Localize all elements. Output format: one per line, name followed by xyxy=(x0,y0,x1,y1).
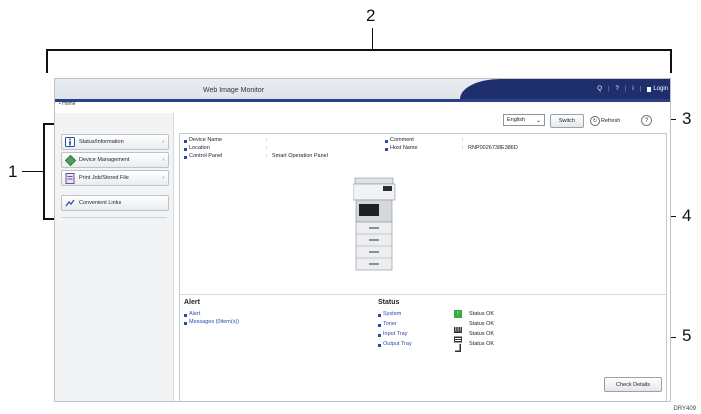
bullet-icon xyxy=(378,344,381,347)
callout-1-number: 1 xyxy=(8,162,18,181)
host-name-label: Host Name xyxy=(390,145,418,151)
section-divider xyxy=(180,294,666,295)
device-image xyxy=(352,176,397,272)
input-tray-status-value: Status OK xyxy=(469,331,495,337)
bullet-icon xyxy=(385,140,388,143)
toner-link[interactable]: Toner xyxy=(383,321,397,327)
output-tray-status-value: Status OK xyxy=(469,341,495,347)
bullet-icon xyxy=(385,148,388,151)
bullet-icon xyxy=(184,322,187,325)
comment-sep: : xyxy=(462,137,464,143)
sidebar-item-device-management[interactable]: Device Management › xyxy=(61,152,169,168)
sidebar-item-status-information[interactable]: Status/Information › xyxy=(61,134,169,150)
app-title: Web Image Monitor xyxy=(203,87,264,94)
system-status-value: Status OK xyxy=(469,311,495,317)
help-button[interactable]: ? xyxy=(641,115,652,126)
input-tray-icon xyxy=(454,330,462,343)
help-icon: ? xyxy=(644,117,649,124)
header-links: Q | ? | i | Login xyxy=(597,86,668,92)
convenient-links-icon xyxy=(64,198,76,208)
language-value: English xyxy=(507,117,526,123)
callout-1-stem xyxy=(22,171,43,172)
device-info-panel: Device Name : Location : Control Panel :… xyxy=(179,133,667,401)
callout-5-number: 5 xyxy=(682,326,692,345)
sidebar-divider xyxy=(61,217,167,218)
switch-label: Switch xyxy=(558,118,576,124)
login-label: Login xyxy=(653,86,668,92)
callout-2-stem xyxy=(372,28,373,49)
callout-4-number: 4 xyxy=(682,206,692,225)
chevron-right-icon: › xyxy=(162,175,164,181)
info-link[interactable]: i xyxy=(632,86,633,92)
bullet-icon xyxy=(184,314,187,317)
chevron-right-icon: › xyxy=(162,139,164,145)
bullet-icon xyxy=(184,156,187,159)
figure-code: DRY409 xyxy=(673,406,696,412)
web-image-monitor-window: Q | ? | i | Login Web Image Monitor • Ho… xyxy=(54,78,671,402)
sidebar-item-label: Convenient Links xyxy=(79,200,122,206)
toner-icon xyxy=(454,320,462,333)
bullet-icon xyxy=(378,334,381,337)
chevron-down-icon: ⌄ xyxy=(535,118,541,124)
control-panel-value: Smart Operation Panel xyxy=(272,153,328,159)
switch-button[interactable]: Switch xyxy=(550,114,584,128)
output-tray-icon xyxy=(455,339,462,352)
comment-label: Comment xyxy=(390,137,414,143)
info-icon xyxy=(64,137,76,147)
bullet-icon xyxy=(184,148,187,151)
output-tray-link[interactable]: Output Tray xyxy=(383,341,412,347)
bullet-icon xyxy=(184,140,187,143)
bullet-icon xyxy=(378,314,381,317)
print-job-icon xyxy=(64,172,76,184)
control-panel-sep: : xyxy=(266,153,268,159)
login-icon xyxy=(647,86,652,92)
header-dark-band: Q | ? | i | Login xyxy=(460,79,670,99)
input-tray-link[interactable]: Input Tray xyxy=(383,331,407,337)
device-name-label: Device Name xyxy=(189,137,223,143)
control-panel-label: Control Panel xyxy=(189,153,223,159)
status-heading: Status xyxy=(378,299,400,306)
toner-status-value: Status OK xyxy=(469,321,495,327)
chevron-right-icon: › xyxy=(162,157,164,163)
check-details-label: Check Details xyxy=(616,381,650,388)
alert-link[interactable]: Alert xyxy=(189,311,200,317)
sidebar: Status/Information › Device Management ›… xyxy=(55,113,174,401)
callout-2-number: 2 xyxy=(366,6,376,25)
refresh-label: Refresh xyxy=(601,117,621,124)
sidebar-item-label: Device Management xyxy=(79,157,130,163)
refresh-icon: ↻ xyxy=(590,115,600,126)
breadcrumb-home[interactable]: • Home xyxy=(59,101,75,107)
device-management-icon xyxy=(64,154,76,166)
messages-link[interactable]: Messages (0item(s)) xyxy=(189,319,239,325)
sidebar-item-label: Status/Information xyxy=(79,139,124,145)
callout-2-bracket-right xyxy=(670,49,672,73)
callout-1-bracket xyxy=(43,123,45,220)
callout-2-bracket xyxy=(46,49,672,51)
bullet-icon xyxy=(378,324,381,327)
help-link[interactable]: ? xyxy=(616,86,619,92)
alert-heading: Alert xyxy=(184,299,200,306)
device-name-sep: : xyxy=(266,137,268,143)
language-select[interactable]: English ⌄ xyxy=(503,114,545,126)
refresh-button[interactable]: ↻ Refresh xyxy=(590,115,620,126)
location-label: Location xyxy=(189,145,210,151)
search-link[interactable]: Q xyxy=(597,86,602,92)
location-sep: : xyxy=(266,145,268,151)
system-ok-icon: ! xyxy=(454,310,462,318)
system-link[interactable]: System xyxy=(383,311,401,317)
callout-3-number: 3 xyxy=(682,109,692,128)
host-name-sep: : xyxy=(462,145,464,151)
callout-2-bracket-left xyxy=(46,49,48,73)
check-details-button[interactable]: Check Details xyxy=(604,377,662,392)
header-accent-line xyxy=(55,99,670,102)
sidebar-item-label: Print Job/Stored File xyxy=(79,175,129,181)
sidebar-item-convenient-links[interactable]: Convenient Links xyxy=(61,195,169,211)
sidebar-item-print-job-stored-file[interactable]: Print Job/Stored File › xyxy=(61,170,169,186)
login-link[interactable]: Login xyxy=(647,86,668,92)
host-name-value: RNP0026738E386D xyxy=(468,145,518,151)
